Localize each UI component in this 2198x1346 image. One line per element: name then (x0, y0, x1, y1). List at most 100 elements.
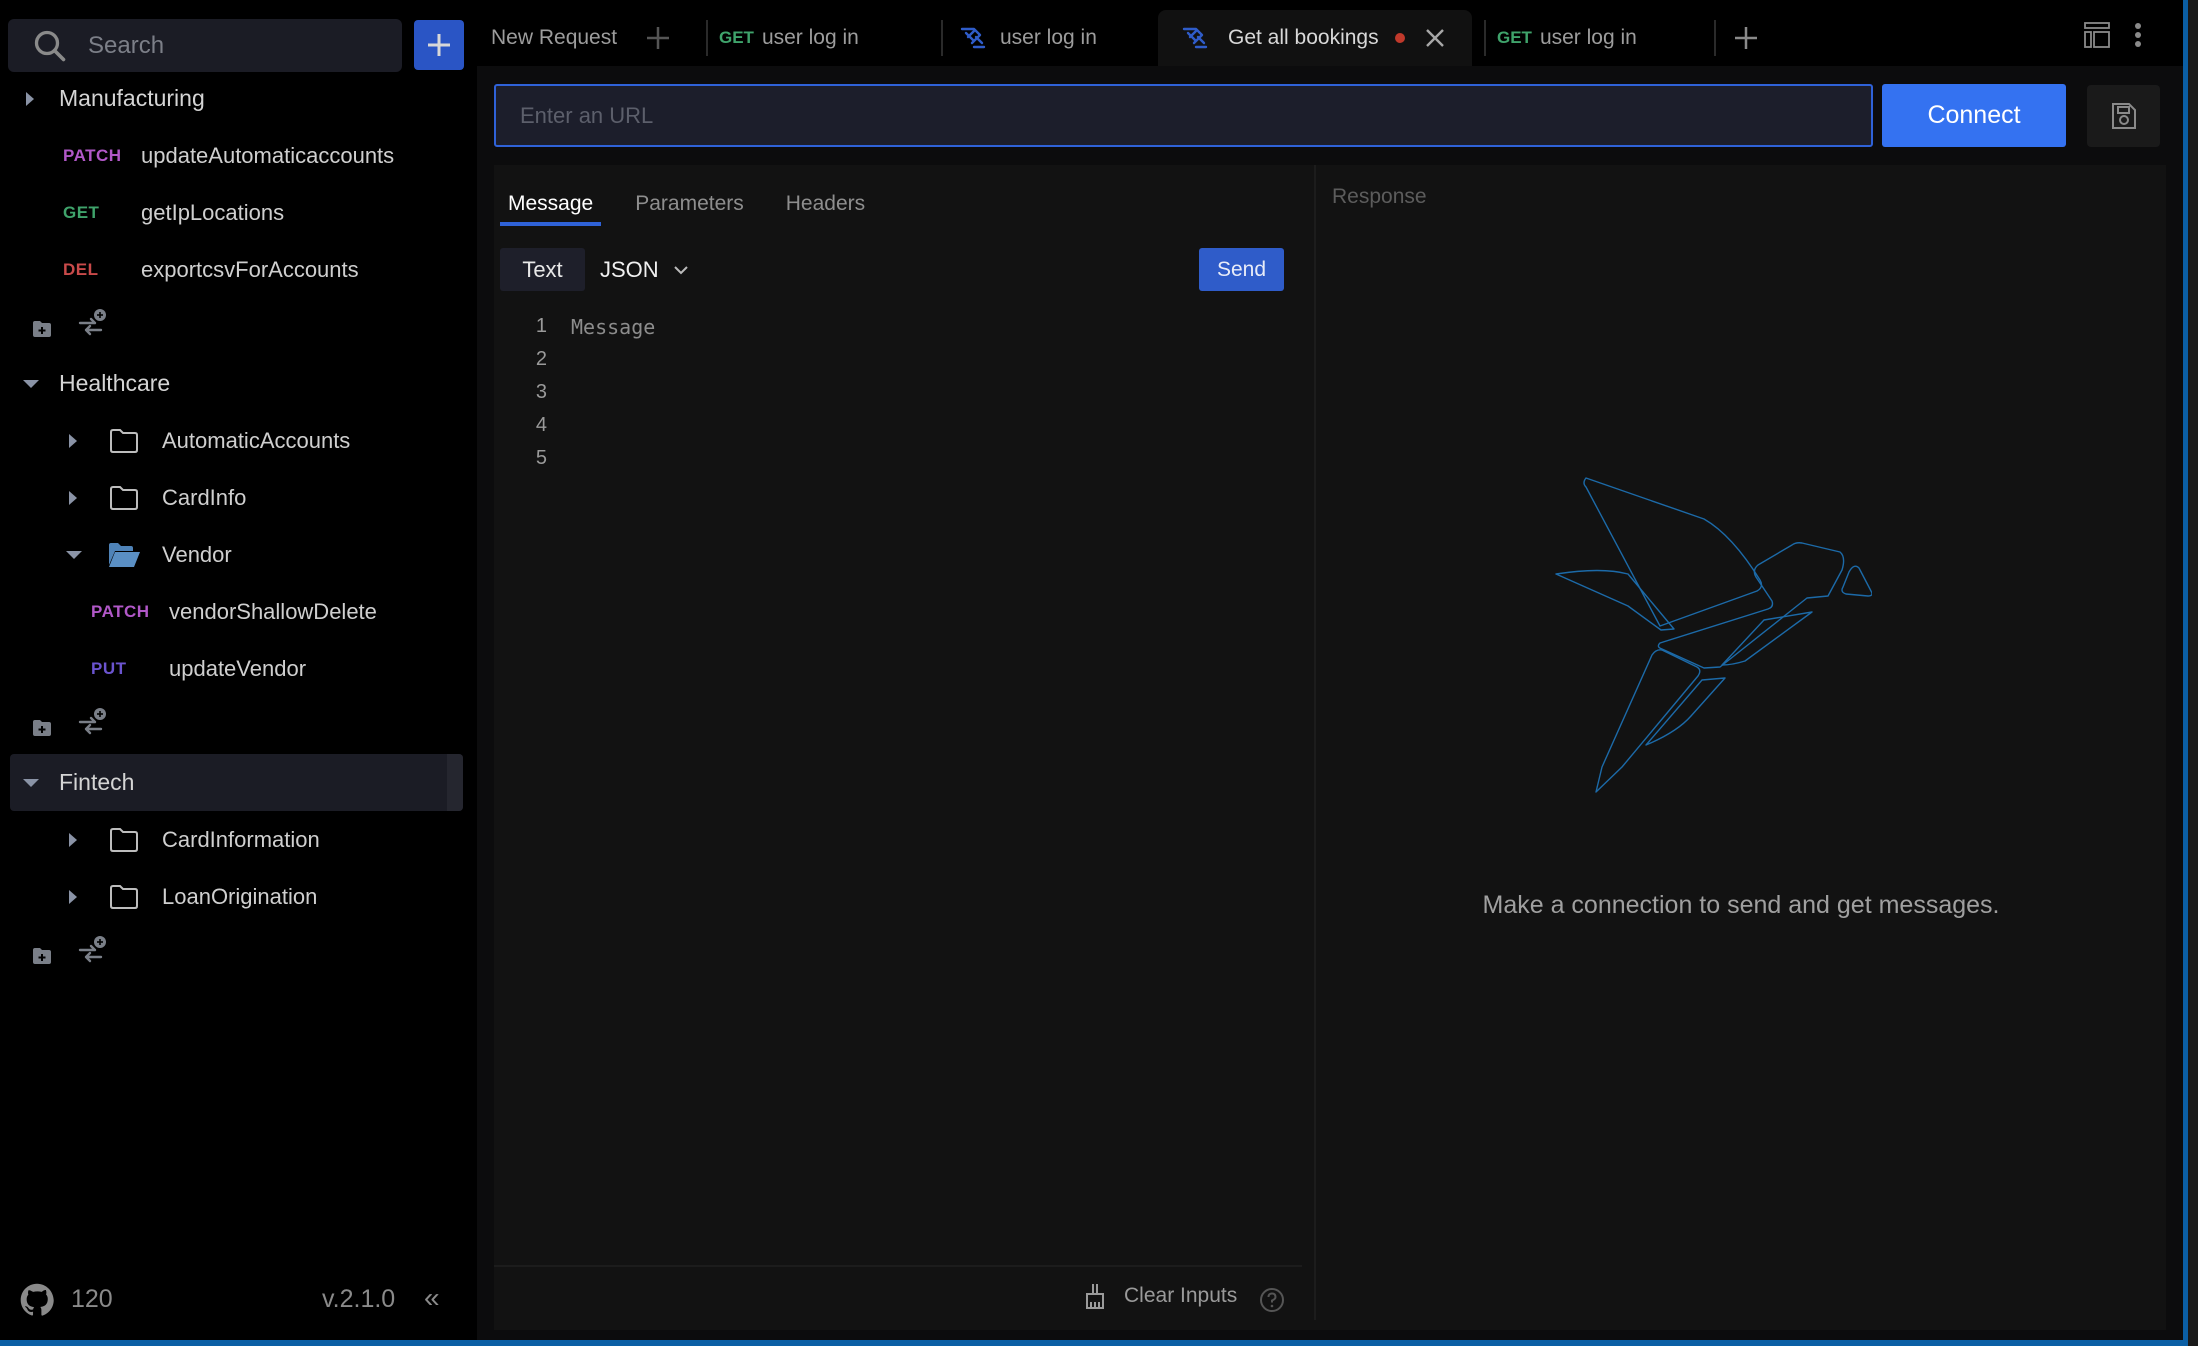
folder-name: CardInformation (162, 826, 320, 852)
selection-edge (447, 754, 463, 811)
send-button[interactable]: Send (1199, 248, 1284, 291)
clear-inputs-label: Clear Inputs (1124, 1284, 1238, 1307)
github-stars-count: 120 (71, 1285, 113, 1313)
tab-headers[interactable]: Headers (778, 180, 873, 226)
sidebar-footer: 120 v.2.1.0 « (0, 1275, 476, 1325)
collection-manufacturing[interactable]: Manufacturing (0, 70, 476, 127)
tab-label: user log in (1539, 26, 1637, 49)
add-folder-icon[interactable] (32, 719, 52, 737)
unsaved-indicator (1394, 33, 1405, 43)
caret-right-icon[interactable] (26, 91, 34, 106)
new-tab-button[interactable] (1714, 10, 1774, 66)
close-icon[interactable] (1425, 28, 1445, 48)
search-box[interactable] (8, 19, 402, 72)
folder-open-icon (109, 542, 140, 567)
caret-right-icon[interactable] (69, 832, 77, 847)
main-panel: New Request GET user log in user log in … (477, 0, 2183, 1340)
add-request-icon[interactable] (77, 707, 107, 737)
tab-user-log-in-get[interactable]: GET user log in (706, 10, 941, 66)
request-tabs: Message Parameters Headers (500, 180, 899, 226)
collapse-sidebar-icon[interactable]: « (424, 1282, 440, 1314)
add-request-icon[interactable] (77, 308, 107, 338)
collection-name: Fintech (59, 769, 135, 795)
folder-icon (110, 428, 138, 453)
format-select-value: JSON (600, 256, 659, 282)
search-input[interactable] (88, 31, 368, 60)
editor-line: 2 (494, 343, 1294, 376)
tab-get-all-bookings[interactable]: Get all bookings (1158, 10, 1472, 66)
request-item[interactable]: DEL exportcsvForAccounts (0, 241, 476, 298)
folder-name: LoanOrigination (162, 883, 318, 909)
folder-item[interactable]: AutomaticAccounts (0, 412, 476, 469)
message-pane: Message Parameters Headers Text JSON Sen… (494, 165, 1314, 1330)
url-input[interactable] (496, 86, 1871, 145)
caret-down-icon[interactable] (66, 550, 82, 559)
folder-item[interactable]: Vendor (0, 526, 476, 583)
method-badge: GET (1497, 28, 1532, 47)
folder-item[interactable]: CardInformation (0, 811, 476, 868)
folder-item[interactable]: LoanOrigination (0, 868, 476, 925)
caret-right-icon[interactable] (69, 433, 77, 448)
caret-right-icon[interactable] (69, 889, 77, 904)
save-button[interactable] (2087, 85, 2160, 147)
hoppscotch-bird-illustration (1555, 477, 1872, 793)
request-item[interactable]: PATCH vendorShallowDelete (0, 583, 476, 640)
caret-down-icon[interactable] (23, 379, 39, 388)
message-editor[interactable]: 1 Message 2 3 4 5 (494, 310, 1294, 475)
window-edge-strip (2188, 0, 2198, 1346)
folder-name: CardInfo (162, 484, 247, 510)
caret-right-icon[interactable] (69, 490, 77, 505)
caret-down-icon[interactable] (23, 778, 39, 787)
websocket-icon (1182, 27, 1208, 49)
folder-icon (110, 827, 138, 852)
editor-line: 5 (494, 442, 1294, 475)
line-number: 3 (535, 381, 547, 403)
request-item[interactable]: PUT updateVendor (0, 640, 476, 697)
tab-label: Get all bookings (1228, 26, 1379, 49)
folder-item[interactable]: CardInfo (0, 469, 476, 526)
tab-bar: New Request GET user log in user log in … (477, 0, 2183, 66)
search-icon (34, 30, 66, 61)
add-folder-icon[interactable] (32, 947, 52, 965)
tab-label: user log in (761, 26, 859, 49)
line-number: 4 (535, 414, 547, 436)
request-name: updateAutomaticaccounts (141, 142, 395, 168)
request-item[interactable]: GET getIpLocations (0, 184, 476, 241)
plus-icon (1735, 27, 1757, 49)
tab-new-request[interactable]: New Request (477, 10, 672, 66)
help-icon[interactable] (1259, 1287, 1285, 1313)
tab-separator (706, 20, 708, 56)
tab-user-log-in-get-2[interactable]: GET user log in (1484, 10, 1714, 66)
method-badge: PATCH (63, 145, 122, 165)
github-icon[interactable] (20, 1283, 54, 1317)
response-pane: Response Make a connection to send and g… (1316, 165, 2166, 1330)
method-badge: PATCH (91, 601, 150, 621)
connect-button[interactable]: Connect (1882, 84, 2066, 147)
add-collection-button[interactable] (414, 20, 464, 70)
tab-separator (941, 20, 943, 56)
plus-icon[interactable] (645, 25, 671, 51)
layout-icon[interactable] (2084, 22, 2110, 48)
request-name: vendorShallowDelete (169, 598, 377, 624)
app-version: v.2.1.0 (322, 1285, 396, 1313)
tab-message[interactable]: Message (500, 180, 602, 226)
collection-fintech[interactable]: Fintech (10, 754, 463, 811)
method-badge: PUT (91, 658, 127, 678)
clear-inputs-button[interactable]: Clear Inputs (1084, 1283, 1237, 1309)
format-select[interactable]: JSON (600, 248, 689, 291)
more-options-icon[interactable] (2134, 22, 2142, 48)
url-bar[interactable] (494, 84, 1873, 147)
add-request-icon[interactable] (77, 935, 107, 965)
line-number: 5 (535, 447, 547, 469)
editor-placeholder: Message (571, 314, 656, 339)
add-folder-icon[interactable] (32, 320, 52, 338)
collection-healthcare[interactable]: Healthcare (0, 355, 476, 412)
tab-parameters[interactable]: Parameters (627, 180, 752, 226)
collection-tree: Manufacturing PATCH updateAutomaticaccou… (0, 70, 476, 982)
editor-line: 4 (494, 409, 1294, 442)
request-item[interactable]: PATCH updateAutomaticaccounts (0, 127, 476, 184)
tab-separator (1484, 20, 1486, 56)
tab-user-log-in-ws[interactable]: user log in (941, 10, 1151, 66)
format-text-button[interactable]: Text (500, 248, 585, 291)
tab-label: user log in (1000, 26, 1097, 49)
